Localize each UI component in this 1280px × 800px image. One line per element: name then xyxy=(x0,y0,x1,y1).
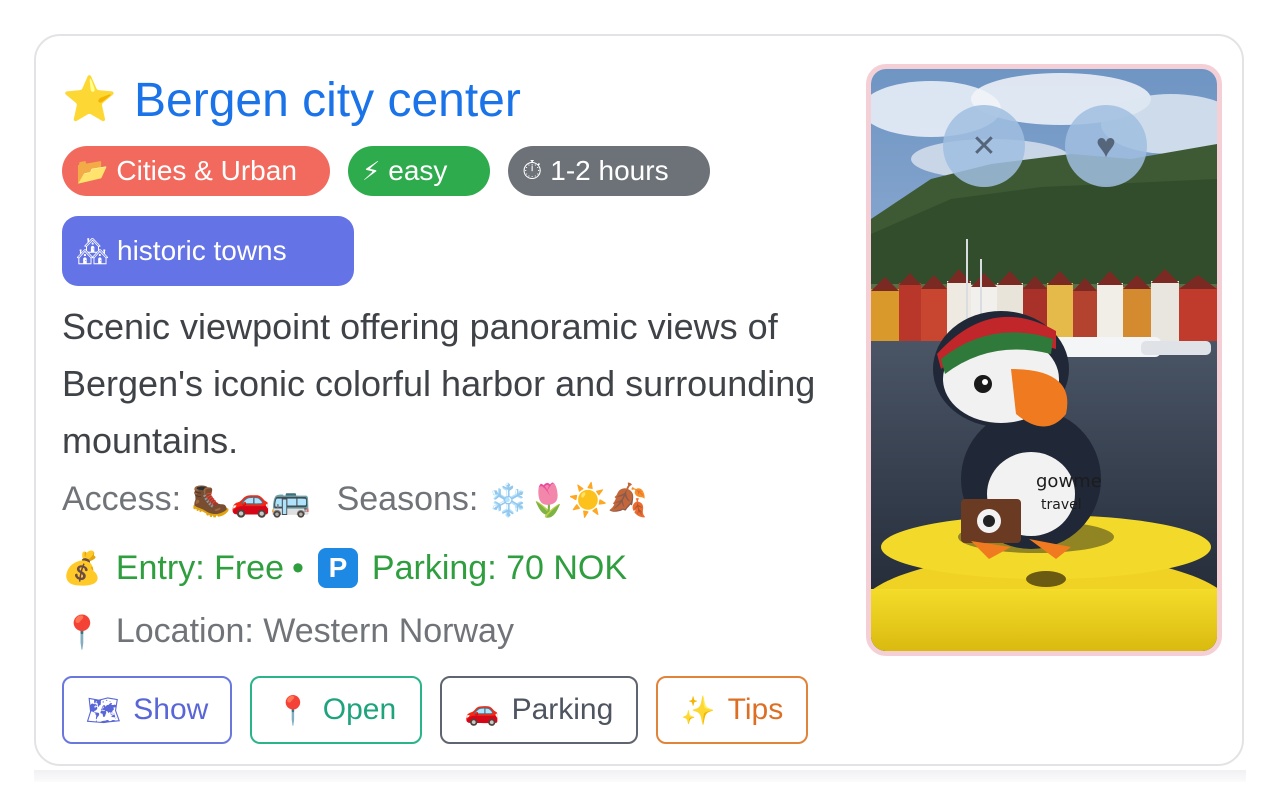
car-icon: 🚗 xyxy=(230,481,271,518)
location-text: Location: Western Norway xyxy=(115,612,514,650)
parking-button-label: Parking xyxy=(511,693,614,726)
stopwatch-icon: ⏱ xyxy=(522,155,543,185)
duration-badge: ⏱ 1-2 hours xyxy=(508,146,710,196)
close-button[interactable]: ✕ xyxy=(943,105,1025,187)
place-card: ⭐ Bergen city center 📂 Cities & Urban ⚡ … xyxy=(34,34,1244,766)
show-button[interactable]: 🗺 Show xyxy=(62,676,232,744)
place-photo[interactable]: gowme travel ✕ ♥ xyxy=(866,64,1222,656)
difficulty-label: easy xyxy=(388,155,448,186)
parking-fee: Parking: 70 NOK xyxy=(371,548,628,587)
hiking-boot-icon: 🥾 xyxy=(191,481,231,518)
location-row: 📍 Location: Western Norway xyxy=(62,612,514,651)
lightning-icon: ⚡ xyxy=(362,155,381,186)
favorite-button[interactable]: ♥ xyxy=(1065,105,1147,187)
show-button-label: Show xyxy=(133,693,209,726)
entry-fee: Entry: Free xyxy=(115,548,285,587)
title-row: ⭐ Bergen city center xyxy=(62,72,521,128)
sign-text-2: travel xyxy=(1041,497,1082,513)
money-bag-icon: 💰 xyxy=(62,550,102,586)
separator: • xyxy=(292,548,304,587)
tips-button[interactable]: ✨ Tips xyxy=(656,676,808,744)
star-icon[interactable]: ⭐ xyxy=(62,78,117,122)
open-button-label: Open xyxy=(322,693,397,726)
tag-label: historic towns xyxy=(117,235,287,266)
category-badge: 📂 Cities & Urban xyxy=(62,146,330,196)
price-row: 💰 Entry: Free • P Parking: 70 NOK xyxy=(62,548,627,588)
car-icon: 🚗 xyxy=(464,694,500,726)
sign-text-1: gowme xyxy=(1036,471,1102,492)
parking-icon: P xyxy=(317,548,358,588)
sun-icon: ☀️ xyxy=(568,481,608,518)
card-shadow xyxy=(34,770,1246,782)
difficulty-badge: ⚡ easy xyxy=(348,146,490,196)
folder-icon: 📂 xyxy=(76,155,109,186)
bus-icon: 🚌 xyxy=(270,481,311,518)
snowflake-icon: ❄️ xyxy=(488,481,529,518)
tips-button-label: Tips xyxy=(727,693,784,726)
close-icon: ✕ xyxy=(971,129,997,163)
parking-button[interactable]: 🚗 Parking xyxy=(440,676,638,744)
access-seasons-row: Access: 🥾 🚗 🚌 Seasons: ❄️ 🌷 ☀️ 🍂 xyxy=(62,480,648,519)
pin-icon: 📍 xyxy=(62,613,102,650)
bergen-harbor-image: gowme travel xyxy=(871,69,1217,651)
tulip-icon: 🌷 xyxy=(528,481,569,518)
map-pin-icon: 📍 xyxy=(275,694,311,726)
heart-icon: ♥ xyxy=(1095,126,1117,165)
map-icon: 🗺 xyxy=(85,694,122,726)
seasons-label: Seasons: xyxy=(336,480,479,518)
duration-label: 1-2 hours xyxy=(550,155,669,186)
access-label: Access: xyxy=(62,480,182,518)
category-label: Cities & Urban xyxy=(116,155,297,186)
sparkles-icon: ✨ xyxy=(680,694,716,726)
description: Scenic viewpoint offering panoramic view… xyxy=(62,306,816,461)
tag-badge: 🏘 historic towns xyxy=(62,216,354,286)
autumn-leaves-icon: 🍂 xyxy=(607,481,648,518)
houses-icon: 🏘 xyxy=(76,235,110,266)
open-button[interactable]: 📍 Open xyxy=(250,676,422,744)
place-title[interactable]: Bergen city center xyxy=(134,73,521,128)
